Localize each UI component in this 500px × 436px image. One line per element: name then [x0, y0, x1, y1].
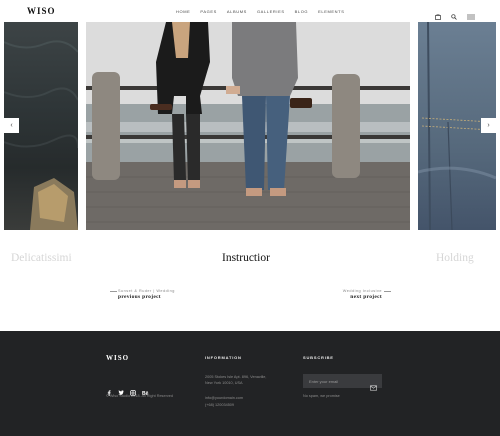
- slide-caption-left[interactable]: Delicatissimi: [11, 252, 72, 264]
- next-project-category: Wedding Inclusive: [342, 289, 382, 293]
- address-line-1: 2005 Stokes Isle Apt. 896, Venaville,: [205, 375, 267, 379]
- chevron-right-icon: ›: [487, 122, 490, 129]
- email-subscribe-field[interactable]: Enter your email: [303, 374, 382, 391]
- slider-prev-button[interactable]: ‹: [4, 118, 19, 133]
- subscribe-note: No spam, we promise: [303, 394, 340, 398]
- subscribe-heading: SUBSCRIBE: [303, 355, 334, 360]
- menu-icon[interactable]: [467, 7, 475, 20]
- social-links: Bē: [106, 383, 149, 397]
- cart-icon[interactable]: [435, 7, 441, 20]
- nav-item-galleries[interactable]: GALLERIES: [257, 9, 285, 14]
- twitter-icon[interactable]: [118, 383, 124, 396]
- next-project-link[interactable]: Wedding Inclusive next project: [343, 289, 382, 300]
- nav-item-pages[interactable]: PAGES: [200, 9, 217, 14]
- nav-item-home[interactable]: HOME: [176, 9, 190, 14]
- nav-item-blog[interactable]: BLOG: [295, 9, 309, 14]
- header-icons: [435, 7, 475, 20]
- contact-phone: (+68) 120034509: [205, 403, 235, 407]
- instagram-icon[interactable]: [130, 383, 136, 396]
- main-nav: HOME PAGES ALBUMS GALLERIES BLOG ELEMENT…: [176, 9, 355, 14]
- address-line-2: New York 10010, USA: [205, 381, 243, 385]
- slide-caption-right[interactable]: Holding: [436, 252, 474, 264]
- logo[interactable]: WISO: [27, 6, 56, 16]
- nav-item-elements[interactable]: ELEMENTS: [318, 9, 344, 14]
- chevron-left-icon: ‹: [10, 122, 13, 129]
- footer: WISO Bē © Wiso Studio 2018. All Right Re…: [0, 331, 500, 436]
- contact-email[interactable]: info@yourdomain.com: [205, 396, 243, 400]
- previous-project-title: previous project: [118, 294, 161, 300]
- email-placeholder: Enter your email: [309, 378, 339, 384]
- facebook-icon[interactable]: [106, 383, 112, 396]
- slide-caption-active[interactable]: Instructior: [222, 252, 270, 264]
- page: WISO HOME PAGES ALBUMS GALLERIES BLOG EL…: [0, 0, 500, 436]
- previous-project-category: Sunset & Ruder | Wedding: [118, 289, 175, 293]
- previous-project-link[interactable]: Sunset & Ruder | Wedding previous projec…: [118, 289, 175, 300]
- behance-icon[interactable]: Bē: [142, 383, 149, 397]
- next-project-divider: [384, 291, 391, 292]
- slide-image-main[interactable]: [86, 22, 410, 230]
- copyright-text: © Wiso Studio 2018. All Right Reserved: [106, 394, 173, 398]
- search-icon[interactable]: [451, 7, 457, 20]
- previous-project-divider: [110, 291, 117, 292]
- information-heading: INFORMATION: [205, 355, 242, 360]
- header: WISO HOME PAGES ALBUMS GALLERIES BLOG EL…: [0, 0, 500, 22]
- envelope-icon[interactable]: [370, 378, 377, 391]
- next-project-title: next project: [350, 294, 382, 300]
- slider-next-button[interactable]: ›: [481, 118, 496, 133]
- nav-item-albums[interactable]: ALBUMS: [227, 9, 247, 14]
- footer-logo[interactable]: WISO: [106, 354, 129, 362]
